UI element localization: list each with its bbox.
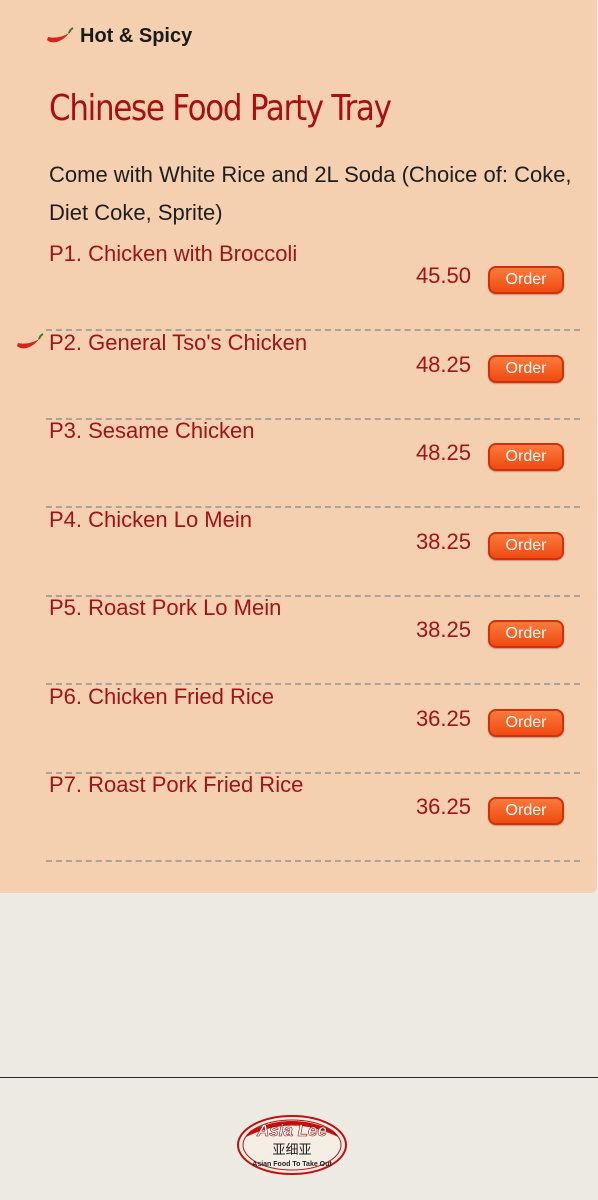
svg-text:Asia Lee: Asia Lee [256, 1121, 327, 1140]
item-price: 38.25 [415, 528, 471, 554]
order-button[interactable]: Order [488, 797, 564, 825]
order-button[interactable]: Order [488, 620, 564, 648]
section-title: Chinese Food Party Tray [49, 88, 392, 129]
order-button[interactable]: Order [488, 531, 564, 560]
menu-item[interactable]: P7. Roast Pork Fried Rice 36.25 Order [46, 772, 580, 862]
svg-text:Asian Food To Take Out: Asian Food To Take Out [252, 1161, 332, 1168]
asia-lee-logo[interactable]: Asia Lee 亚细亚 Asian Food To Take Out [236, 1114, 348, 1176]
menu-item[interactable]: P5. Roast Pork Lo Mein 38.25 Order [46, 595, 580, 685]
order-button[interactable]: Order [488, 443, 564, 471]
section-description: Come with White Rice and 2L Soda (Choice… [49, 162, 572, 225]
item-name[interactable]: P6. Chicken Fried Rice [49, 684, 274, 710]
item-name[interactable]: P2. General Tso's Chicken [49, 330, 307, 356]
menu-item[interactable]: P3. Sesame Chicken 48.25 Order [46, 418, 580, 508]
svg-text:亚细亚: 亚细亚 [272, 1143, 311, 1158]
hot-spicy-legend: Hot & Spicy [44, 22, 192, 50]
item-name[interactable]: P1. Chicken with Broccoli [49, 241, 297, 267]
chili-pepper-icon [14, 332, 44, 352]
menu-item[interactable]: P6. Chicken Fried Rice 36.25 Order [46, 684, 580, 774]
order-button[interactable]: Order [488, 266, 564, 294]
menu-panel: Hot & Spicy Chinese Food Party Tray Come… [0, 0, 597, 893]
item-price: 48.25 [415, 351, 471, 377]
item-price: 48.25 [415, 440, 471, 465]
item-name[interactable]: P7. Roast Pork Fried Rice [49, 772, 303, 798]
menu-item[interactable]: P4. Chicken Lo Mein 38.25 Order [46, 507, 580, 597]
item-price: 36.25 [415, 705, 471, 731]
item-name[interactable]: P5. Roast Pork Lo Mein [49, 595, 281, 621]
chili-pepper-icon [44, 26, 74, 46]
item-price: 36.25 [415, 794, 471, 819]
legend-label: Hot & Spicy [80, 24, 193, 47]
footer-divider [0, 1077, 598, 1078]
item-name[interactable]: P3. Sesame Chicken [49, 418, 254, 444]
item-name[interactable]: P4. Chicken Lo Mein [49, 507, 252, 533]
menu-item[interactable]: P1. Chicken with Broccoli 45.50 Order [46, 241, 580, 331]
item-price: 38.25 [415, 617, 471, 642]
menu-item[interactable]: P2. General Tso's Chicken 48.25 Order [17, 330, 580, 420]
order-button[interactable]: Order [488, 708, 564, 737]
item-price: 45.50 [415, 263, 471, 288]
order-button[interactable]: Order [488, 354, 564, 383]
